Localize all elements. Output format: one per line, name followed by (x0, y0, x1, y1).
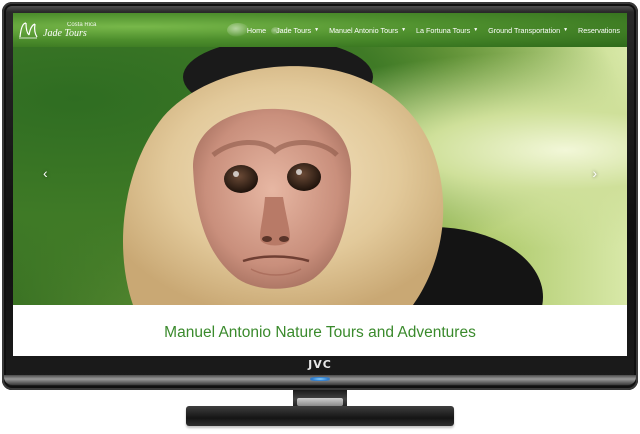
title-band: Manuel Antonio Nature Tours and Adventur… (13, 305, 627, 356)
carousel-prev-button[interactable]: ‹ (43, 165, 48, 181)
nav-item-label: La Fortuna Tours (416, 25, 471, 35)
nav-item-label: Manuel Antonio Tours (329, 25, 399, 35)
nav-item-reservations[interactable]: Reservations (573, 26, 625, 35)
page-title: Manuel Antonio Nature Tours and Adventur… (164, 323, 476, 341)
brand-subtitle: Costa Rica (67, 21, 97, 28)
caret-down-icon: ▼ (401, 27, 407, 33)
carousel-next-button[interactable]: › (592, 165, 597, 181)
hero-carousel: ‹ › (13, 47, 627, 305)
caret-down-icon: ▼ (473, 27, 479, 33)
nav-item-la-fortuna-tours[interactable]: La Fortuna Tours ▼ (411, 26, 483, 35)
power-led-icon (310, 377, 330, 381)
nav-item-manuel-antonio-tours[interactable]: Manuel Antonio Tours ▼ (324, 26, 411, 35)
main-nav: Home Jade Tours ▼ Manuel Antonio Tours ▼… (242, 13, 627, 47)
navbar: Costa Rica Jade Tours Home Jade Tours ▼ … (13, 13, 627, 47)
capuchin-monkey-image (123, 47, 543, 305)
caret-down-icon: ▼ (314, 27, 320, 33)
tv-stand-neck-shine (297, 398, 343, 406)
leaf-highlight (227, 23, 249, 37)
tv-sheen (6, 6, 634, 12)
nav-item-label: Ground Transportation (488, 25, 561, 35)
tv-brand-logo: JVC (308, 358, 332, 371)
brand-logo[interactable]: Costa Rica Jade Tours (17, 15, 127, 45)
nav-item-ground-transportation[interactable]: Ground Transportation ▼ (483, 26, 573, 35)
website-screen: Costa Rica Jade Tours Home Jade Tours ▼ … (13, 13, 627, 356)
jade-logo-icon (19, 22, 38, 39)
tv-stand-base (186, 406, 454, 426)
nav-item-label: Reservations (578, 25, 620, 35)
leaf-highlight (271, 27, 281, 35)
nav-item-label: Home (246, 25, 267, 35)
caret-down-icon: ▼ (563, 27, 569, 33)
brand-name: Jade Tours (43, 27, 87, 39)
nav-item-label: Jade Tours (276, 25, 312, 35)
